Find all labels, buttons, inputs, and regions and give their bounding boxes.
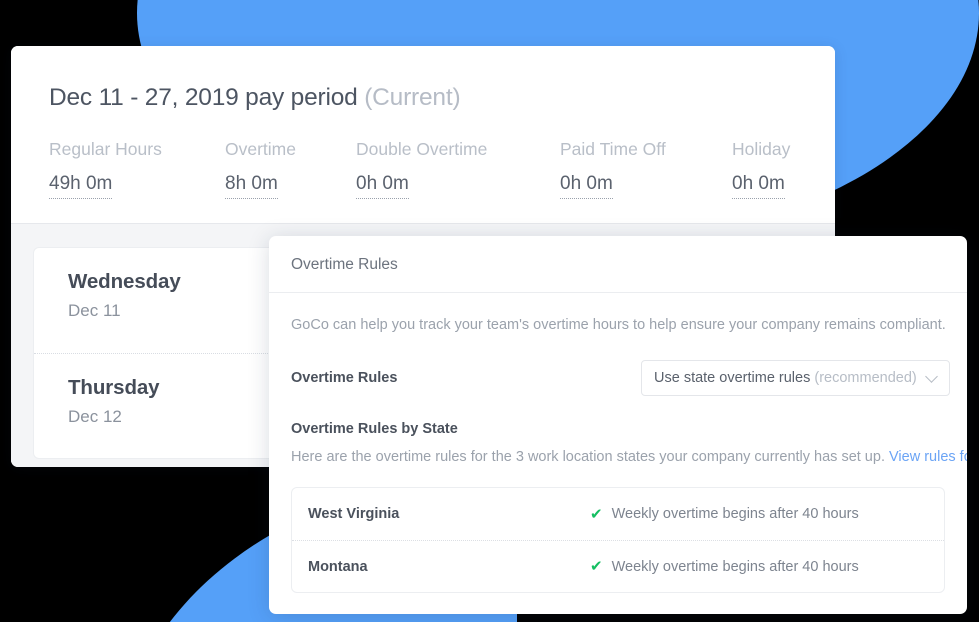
pay-period-label: Dec 11 - 27, 2019 pay period	[49, 84, 358, 111]
pay-period-status: (Current)	[364, 84, 461, 111]
overtime-rules-by-state-title: Overtime Rules by State	[291, 421, 458, 437]
stat-label: Holiday	[732, 139, 791, 159]
stat-label: Double Overtime	[356, 139, 488, 159]
stat-overtime: Overtime 8h 0m	[225, 139, 356, 199]
stat-regular-hours: Regular Hours 49h 0m	[49, 139, 225, 199]
timesheet-summary-stats: Regular Hours 49h 0m Overtime 8h 0m Doub…	[49, 139, 797, 199]
chevron-down-icon	[924, 370, 938, 383]
check-icon: ✔	[590, 558, 603, 575]
stat-holiday: Holiday 0h 0m	[732, 139, 835, 199]
stat-label: Regular Hours	[49, 139, 162, 159]
overtime-rules-select[interactable]: Use state overtime rules (recommended)	[641, 360, 950, 396]
stat-paid-time-off: Paid Time Off 0h 0m	[560, 139, 732, 199]
view-rules-link[interactable]: View rules fo	[889, 449, 967, 465]
state-rule-text: Weekly overtime begins after 40 hours	[611, 506, 859, 522]
overtime-rules-field-row: Overtime Rules Use state overtime rules …	[291, 360, 950, 396]
stat-value[interactable]: 0h 0m	[560, 173, 613, 199]
timesheet-header: Dec 11 - 27, 2019 pay period (Current) R…	[11, 46, 835, 223]
stat-double-overtime: Double Overtime 0h 0m	[356, 139, 560, 199]
table-row[interactable]: Montana ✔ Weekly overtime begins after 4…	[292, 540, 944, 592]
stat-value[interactable]: 0h 0m	[356, 173, 409, 199]
stat-value[interactable]: 0h 0m	[732, 173, 785, 199]
state-rule: ✔ Weekly overtime begins after 40 hours	[590, 506, 859, 522]
page-title: Dec 11 - 27, 2019 pay period (Current)	[49, 84, 797, 112]
overtime-rules-panel: Overtime Rules GoCo can help you track y…	[269, 236, 967, 614]
overtime-intro-text: GoCo can help you track your team's over…	[291, 317, 946, 333]
table-row[interactable]: West Virginia ✔ Weekly overtime begins a…	[292, 488, 944, 540]
overtime-rules-select-value: Use state overtime rules (recommended)	[654, 370, 917, 386]
panel-title: Overtime Rules	[291, 256, 398, 273]
select-value-main: Use state overtime rules	[654, 370, 811, 386]
stat-label: Overtime	[225, 139, 296, 159]
state-rule: ✔ Weekly overtime begins after 40 hours	[590, 559, 859, 575]
stat-label: Paid Time Off	[560, 139, 666, 159]
state-rule-text: Weekly overtime begins after 40 hours	[611, 558, 859, 575]
by-state-desc-text: Here are the overtime rules for the 3 wo…	[291, 449, 885, 465]
state-name: Montana	[308, 558, 368, 575]
overtime-rules-panel-body: GoCo can help you track your team's over…	[269, 293, 967, 593]
overtime-rules-by-state-description: Here are the overtime rules for the 3 wo…	[291, 449, 967, 465]
select-value-note: (recommended)	[814, 370, 917, 386]
stat-value[interactable]: 49h 0m	[49, 173, 113, 199]
state-name: West Virginia	[308, 506, 400, 522]
overtime-rules-panel-header: Overtime Rules	[269, 236, 967, 293]
state-rules-list: West Virginia ✔ Weekly overtime begins a…	[291, 487, 945, 593]
stat-value[interactable]: 8h 0m	[225, 173, 278, 199]
overtime-rules-label: Overtime Rules	[291, 370, 398, 386]
check-icon: ✔	[590, 505, 603, 523]
